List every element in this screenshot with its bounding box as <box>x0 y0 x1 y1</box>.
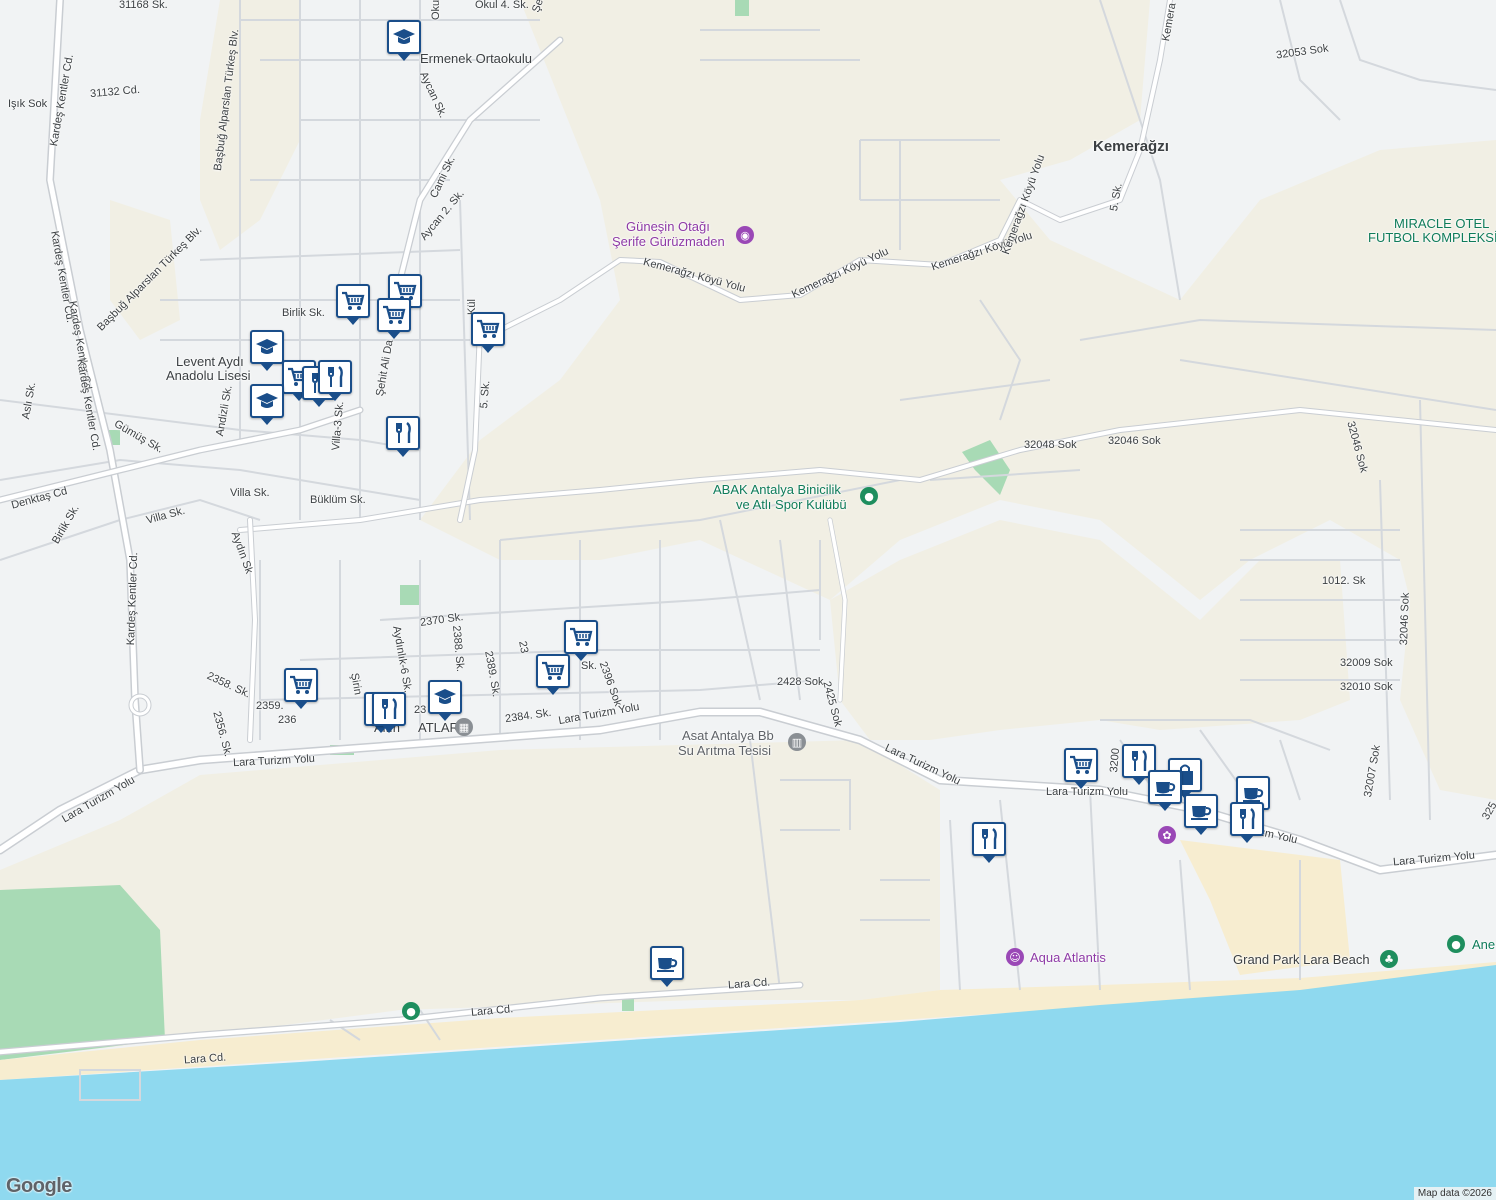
poi-label-gunesin-sub[interactable]: Şerife Gürüzmaden <box>612 234 725 249</box>
restaurant-marker[interactable] <box>372 692 406 733</box>
map-canvas[interactable] <box>0 0 1496 1200</box>
poi-label-grand-park[interactable]: Grand Park Lara Beach <box>1233 952 1370 967</box>
park-green-southwest <box>0 885 165 1060</box>
street-label: 1012. Sk <box>1322 575 1366 587</box>
government-pin-icon[interactable]: ▥ <box>788 733 806 751</box>
poi-label-ane[interactable]: Ane <box>1472 937 1495 952</box>
cafe-marker[interactable] <box>650 946 684 987</box>
coffee-cup-icon <box>654 950 680 976</box>
poi-label-abak-sub[interactable]: ve Atlı Spor Kulübü <box>736 497 847 512</box>
restaurant-marker[interactable] <box>972 822 1006 863</box>
poi-label-abak[interactable]: ABAK Antalya Binicilik <box>713 482 841 497</box>
restaurant-marker[interactable] <box>386 416 420 457</box>
massage-pin-icon[interactable]: ✿ <box>1158 826 1176 844</box>
school-icon <box>432 684 458 710</box>
shopping-marker[interactable] <box>377 298 411 339</box>
area-label-kemeragzi: Kemerağzı <box>1093 138 1169 155</box>
shopping-cart-icon <box>381 302 407 328</box>
shopping-marker[interactable] <box>564 620 598 661</box>
street-label: 31168 Sk. <box>119 0 168 11</box>
school-icon <box>391 24 417 50</box>
coffee-cup-icon <box>1188 798 1214 824</box>
poi-label-levent[interactable]: Levent Aydı <box>176 354 244 369</box>
street-label: 5. Sk. <box>478 379 493 410</box>
street-label: Okul 4. Sk. <box>475 0 529 11</box>
shopping-cart-icon <box>568 624 594 650</box>
poi-label-levent-sub[interactable]: Anadolu Lisesi <box>166 368 251 383</box>
shopping-cart-icon <box>340 288 366 314</box>
school-pin-icon[interactable]: ▦ <box>455 718 473 736</box>
school-marker[interactable] <box>428 680 462 721</box>
park-pin-icon[interactable]: ● <box>1447 935 1465 953</box>
poi-pin-icon[interactable]: ● <box>402 1002 420 1020</box>
restaurant-marker[interactable] <box>318 360 352 401</box>
camera-pin-icon[interactable]: ◉ <box>736 226 754 244</box>
google-logo: Google <box>6 1175 72 1197</box>
park-green-small-1 <box>400 585 420 605</box>
shopping-cart-icon <box>1068 752 1094 778</box>
coffee-cup-icon <box>1152 774 1178 800</box>
cafe-marker[interactable] <box>1148 770 1182 811</box>
street-label: Işık Sok <box>8 98 48 110</box>
sports-pin-icon[interactable]: ● <box>860 487 878 505</box>
street-label: 32009 Sok <box>1340 657 1393 669</box>
street-label: 32048 Sok <box>1024 439 1077 451</box>
poi-label-aqua-atlantis[interactable]: Aqua Atlantis <box>1030 950 1106 965</box>
shopping-marker[interactable] <box>1064 748 1098 789</box>
street-label: 23 <box>516 640 531 655</box>
school-marker[interactable] <box>250 384 284 425</box>
street-label: Villa Sk. <box>230 487 270 499</box>
school-marker[interactable] <box>250 330 284 371</box>
poi-label-asat[interactable]: Asat Antalya Bb <box>682 728 774 743</box>
waterpark-pin-icon[interactable]: ☺ <box>1006 948 1024 966</box>
street-label: 2428 Sok <box>777 676 824 688</box>
school-marker[interactable] <box>387 20 421 61</box>
restaurant-icon <box>390 420 416 446</box>
street-label: 32010 Sok <box>1340 681 1393 693</box>
street-label: 32046 Sok <box>1108 435 1161 447</box>
shopping-cart-icon <box>288 672 314 698</box>
cafe-marker[interactable] <box>1184 794 1218 835</box>
street-label: Sk. <box>581 660 597 672</box>
map-attribution[interactable]: Map data ©2026 <box>1413 1187 1496 1200</box>
shopping-marker[interactable] <box>471 312 505 353</box>
school-icon <box>254 334 280 360</box>
restaurant-icon <box>976 826 1002 852</box>
poi-label-miracle[interactable]: MIRACLE OTEL <box>1394 216 1489 231</box>
street-label: 32046 Sok <box>1398 592 1412 646</box>
shopping-marker[interactable] <box>536 654 570 695</box>
restaurant-marker[interactable] <box>1230 802 1264 843</box>
park-green-small-3 <box>735 0 749 16</box>
poi-label-asat-sub[interactable]: Su Arıtma Tesisi <box>678 743 771 758</box>
shopping-marker[interactable] <box>284 668 318 709</box>
school-icon <box>254 388 280 414</box>
shopping-cart-icon <box>475 316 501 342</box>
street-label: 236 <box>278 714 297 726</box>
street-label: Birlik Sk. <box>282 307 325 319</box>
poi-label-atlar[interactable]: ATLAR <box>418 720 459 735</box>
restaurant-icon <box>1234 806 1260 832</box>
restaurant-icon <box>322 364 348 390</box>
poi-label-gunesin[interactable]: Güneşin Otağı <box>626 219 710 234</box>
street-label: 3200 <box>1108 747 1123 774</box>
tree-pin-icon[interactable]: ♣ <box>1380 950 1398 968</box>
shopping-cart-icon <box>540 658 566 684</box>
restaurant-icon <box>376 696 402 722</box>
street-label: 23 <box>414 704 427 716</box>
shopping-marker[interactable] <box>336 284 370 325</box>
street-label: Büklüm Sk. <box>310 494 366 506</box>
poi-label-miracle-sub[interactable]: FUTBOL KOMPLEKSİ <box>1368 230 1496 245</box>
street-label: 2359. <box>256 700 284 712</box>
poi-label-ermenek[interactable]: Ermenek Ortaokulu <box>420 51 532 66</box>
street-label: Okul <box>430 0 442 20</box>
